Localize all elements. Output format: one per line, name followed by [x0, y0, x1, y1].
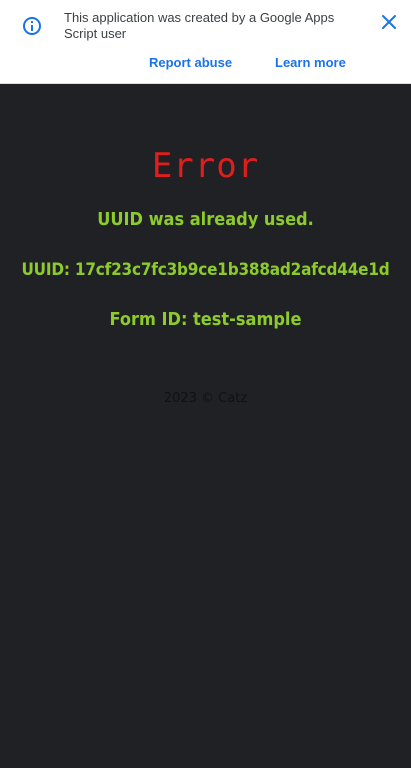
uuid-used-message: UUID was already used.: [97, 209, 314, 230]
uuid-value: UUID: 17cf23c7fc3b9ce1b388ad2afcd44e1d: [21, 260, 390, 280]
error-title: Error: [151, 146, 260, 186]
learn-more-link[interactable]: Learn more: [275, 55, 346, 71]
banner-message: This application was created by a Google…: [64, 10, 335, 41]
close-icon[interactable]: [378, 11, 400, 33]
footer-copyright: 2023 © Catz: [163, 391, 248, 406]
info-icon: [21, 15, 43, 37]
form-id-value: Form ID: test-sample: [109, 309, 302, 330]
report-abuse-link[interactable]: Report abuse: [149, 55, 232, 71]
apps-script-warning-banner: This application was created by a Google…: [0, 0, 411, 84]
